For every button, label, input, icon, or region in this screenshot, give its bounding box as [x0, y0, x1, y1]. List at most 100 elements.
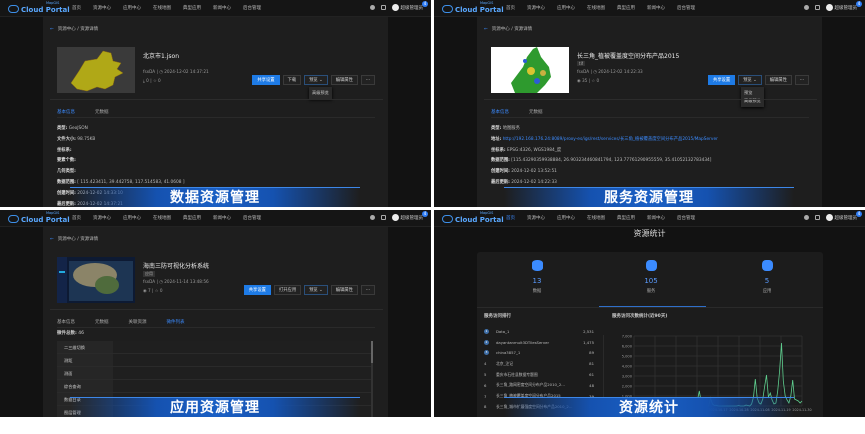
table-row[interactable]: 测距 — [57, 354, 373, 367]
nav-item[interactable]: 首页 — [506, 215, 515, 221]
owner: fsxDA — [577, 69, 590, 74]
nav-item[interactable]: 典型应用 — [617, 215, 635, 221]
table-row[interactable]: 测面 — [57, 367, 373, 380]
breadcrumb-parent[interactable]: 资源中心 — [58, 27, 76, 32]
nav-right: 超级管理员 4 — [803, 211, 862, 221]
nav-item[interactable]: 后台管理 — [243, 5, 261, 11]
list-item[interactable]: 1 Data_1 2,531 — [484, 326, 594, 337]
nav-item[interactable]: 首页 — [72, 215, 81, 221]
nav-item[interactable]: 典型应用 — [183, 5, 201, 11]
nav-item[interactable]: 在线地图 — [153, 215, 171, 221]
user-menu[interactable]: 超级管理员 4 — [825, 211, 862, 221]
logo[interactable]: MapGIS Cloud Portal — [8, 211, 70, 225]
nav-item[interactable]: 后台管理 — [243, 215, 261, 221]
breadcrumb-parent[interactable]: 资源中心 — [58, 237, 76, 242]
resource-meta: fsxDA | ◷ 2024-11-14 13:48:56 — [143, 279, 209, 284]
nav-item[interactable]: 新闻中心 — [647, 5, 665, 11]
updated-time: 2024-12-02 14:22:33 — [598, 69, 643, 74]
nav-item[interactable]: 应用中心 — [123, 215, 141, 221]
edit-button[interactable]: 编辑属性 — [330, 285, 358, 295]
more-button[interactable]: ··· — [794, 75, 809, 85]
nav-item[interactable]: 在线地图 — [587, 215, 605, 221]
nav-item[interactable]: 资源中心 — [527, 5, 545, 11]
nav-item[interactable]: 应用中心 — [123, 5, 141, 11]
nav-item[interactable]: 首页 — [506, 5, 515, 11]
more-button[interactable]: ··· — [360, 75, 375, 85]
nav-item[interactable]: 后台管理 — [677, 215, 695, 221]
trophy-icon[interactable] — [814, 5, 820, 10]
cloud-logo-icon — [442, 215, 453, 223]
nav-item[interactable]: 新闻中心 — [213, 5, 231, 11]
info-row: 几何类型: — [57, 167, 185, 178]
nav-item[interactable]: 在线地图 — [153, 5, 171, 11]
logo[interactable]: MapGIS Cloud Portal — [442, 211, 504, 225]
star-count[interactable]: ☆ 0 — [153, 78, 161, 83]
trophy-icon[interactable] — [814, 215, 820, 220]
scrollbar[interactable] — [371, 341, 373, 417]
nav-item[interactable]: 应用中心 — [557, 5, 575, 11]
nav-item[interactable]: 新闻中心 — [213, 215, 231, 221]
avatar — [825, 214, 833, 221]
nav-item[interactable]: 新闻中心 — [647, 215, 665, 221]
share-button[interactable]: 共享设置 — [252, 75, 280, 85]
list-item[interactable]: 5 重庆市石柱县数据专题图 61 — [484, 369, 594, 380]
list-item[interactable]: 4 北京_注记 81 — [484, 358, 594, 369]
action-buttons: 共享设置 打开应用 预览 ⌄ 编辑属性 ··· — [243, 285, 375, 295]
more-button[interactable]: ··· — [360, 285, 375, 295]
notification-badge: 4 — [856, 1, 862, 7]
table-row[interactable]: 综合查询 — [57, 380, 373, 393]
trophy-icon[interactable] — [380, 5, 386, 10]
back-arrow-icon[interactable]: ← — [50, 237, 54, 242]
stat-1[interactable]: 105 服务 — [621, 260, 681, 294]
rank-number: 1 — [484, 328, 489, 334]
globe-icon[interactable] — [369, 215, 375, 220]
globe-icon[interactable] — [803, 5, 809, 10]
rank-count: 2,531 — [583, 328, 594, 334]
stat-0[interactable]: 13 数据 — [507, 260, 567, 294]
download-button[interactable]: 下载 — [282, 75, 302, 85]
trophy-icon[interactable] — [380, 215, 386, 220]
dropdown-item[interactable]: 高级预览 — [312, 89, 329, 97]
breadcrumb-parent[interactable]: 资源中心 — [492, 27, 510, 32]
scrollbar-thumb[interactable] — [371, 341, 373, 363]
nav-item[interactable]: 资源中心 — [93, 215, 111, 221]
globe-icon[interactable] — [803, 215, 809, 220]
list-item[interactable]: 6 长三角_路网密度空间分布产品2010_2... 48 — [484, 380, 594, 391]
star-count[interactable]: ☆ 0 — [155, 288, 163, 293]
nav-item[interactable]: 应用中心 — [557, 215, 575, 221]
user-menu[interactable]: 超级管理员 4 — [825, 1, 862, 11]
open-button[interactable]: 打开应用 — [273, 285, 302, 295]
user-menu[interactable]: 超级管理员 4 — [391, 1, 428, 11]
share-button[interactable]: 共享设置 — [243, 285, 271, 295]
table-row[interactable]: 二三维切换 — [57, 341, 373, 354]
avatar — [825, 4, 833, 11]
service-url-link[interactable]: http://192.168.176.24:8089/proxy-es/igs/… — [503, 137, 718, 142]
back-arrow-icon[interactable]: ← — [484, 27, 488, 32]
user-menu[interactable]: 超级管理员 4 — [391, 211, 428, 221]
y-tick-label: 6,000 — [622, 344, 633, 348]
nav-item[interactable]: 典型应用 — [617, 5, 635, 11]
list-item[interactable]: 3 china3857_1 89 — [484, 348, 594, 359]
stat-2[interactable]: 5 应用 — [737, 260, 797, 294]
edit-button[interactable]: 编辑属性 — [764, 75, 792, 85]
nav-item[interactable]: 资源中心 — [93, 5, 111, 11]
logo[interactable]: MapGIS Cloud Portal — [8, 1, 70, 15]
dropdown-item[interactable]: 预览 — [744, 89, 761, 97]
back-arrow-icon[interactable]: ← — [50, 27, 54, 32]
share-button[interactable]: 共享设置 — [707, 75, 736, 85]
nav-item[interactable]: 后台管理 — [677, 5, 695, 11]
preview-button[interactable]: 预览 ⌄ — [738, 75, 762, 85]
list-item[interactable]: 2 dayantanmult3DTilesServer 1,475 — [484, 337, 594, 348]
preview-button[interactable]: 预览 ⌄ — [304, 285, 328, 295]
globe-icon[interactable] — [369, 5, 375, 10]
app-resource-screen: MapGIS Cloud Portal 首页 资源中心 应用中心 在线地图 典型应用 新闻中… — [0, 210, 431, 417]
nav-item[interactable]: 首页 — [72, 5, 81, 11]
nav-item[interactable]: 典型应用 — [183, 215, 201, 221]
nav-item[interactable]: 资源中心 — [527, 215, 545, 221]
star-count[interactable]: ☆ 0 — [591, 78, 599, 83]
nav-item[interactable]: 在线地图 — [587, 5, 605, 11]
preview-button[interactable]: 预览 ⌄ — [304, 75, 328, 85]
logo[interactable]: MapGIS Cloud Portal — [442, 1, 504, 15]
nav-right: 超级管理员 4 — [369, 211, 428, 221]
edit-button[interactable]: 编辑属性 — [330, 75, 358, 85]
